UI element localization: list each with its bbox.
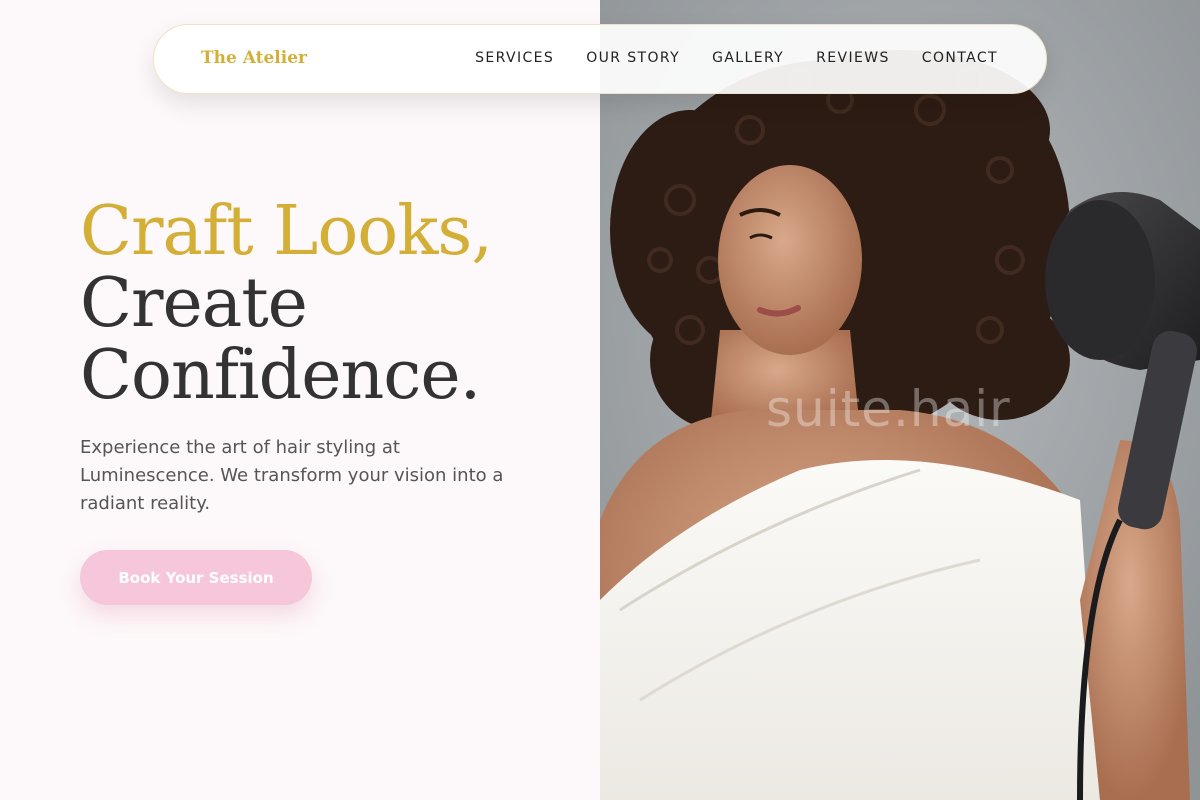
headline-line-3: Confidence. [80, 336, 481, 415]
brand-logo[interactable]: The Atelier [201, 48, 307, 68]
hero-section: Craft Looks, Create Confidence. Experien… [0, 0, 600, 800]
nav-link-services[interactable]: SERVICES [475, 50, 554, 66]
nav-link-our-story[interactable]: OUR STORY [586, 50, 680, 66]
hero-headline: Craft Looks, Create Confidence. [80, 192, 493, 415]
book-session-button[interactable]: Book Your Session [80, 550, 312, 605]
headline-line-2: Create [80, 264, 308, 343]
top-navbar: The Atelier SERVICES OUR STORY GALLERY R… [153, 24, 1047, 94]
hero-photo: suite.hair [600, 0, 1200, 800]
headline-line-1: Craft Looks, [80, 192, 493, 271]
nav-links: SERVICES OUR STORY GALLERY REVIEWS CONTA… [475, 50, 998, 66]
watermark-text: suite.hair [766, 380, 1011, 438]
nav-link-gallery[interactable]: GALLERY [712, 50, 784, 66]
hero-subcopy: Experience the art of hair styling at Lu… [80, 437, 504, 514]
nav-link-reviews[interactable]: REVIEWS [816, 50, 890, 66]
nav-link-contact[interactable]: CONTACT [922, 50, 998, 66]
